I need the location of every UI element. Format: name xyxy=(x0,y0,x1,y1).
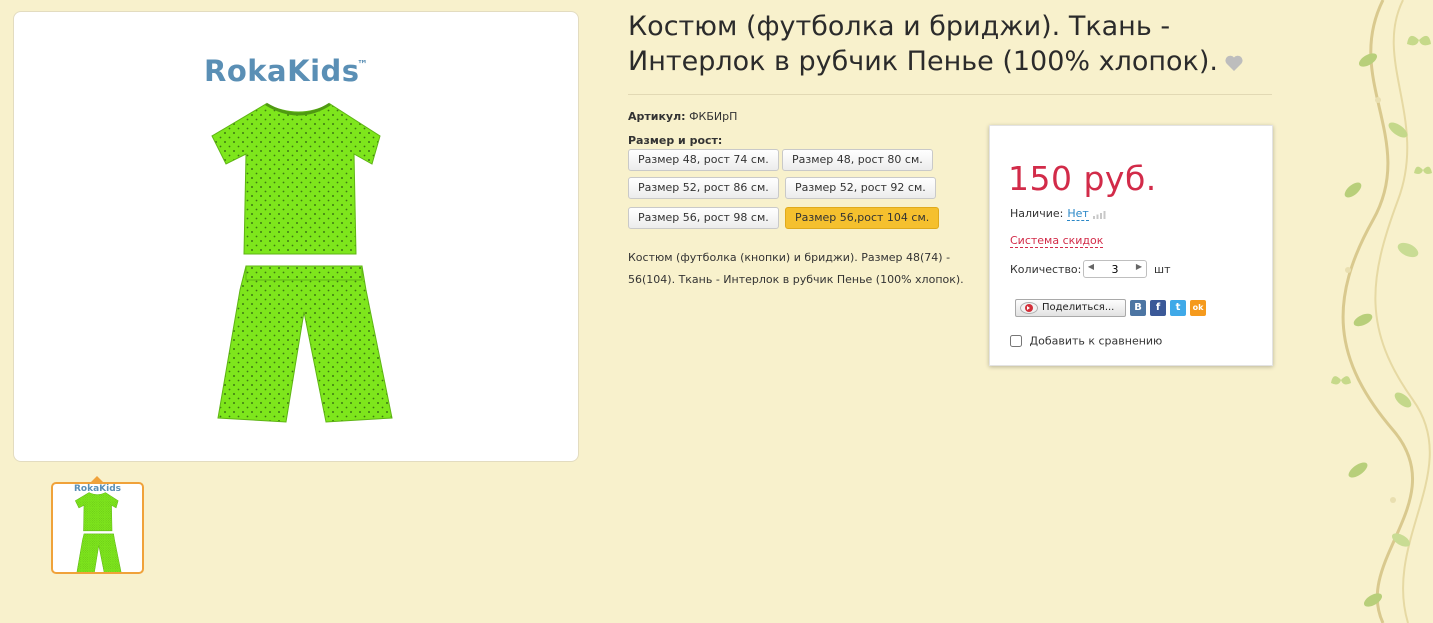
sku-label: Артикул: xyxy=(628,110,686,123)
quantity-label: Количество: xyxy=(1010,263,1082,276)
signal-icon xyxy=(1092,210,1106,219)
compare-option[interactable]: Добавить к сравнению xyxy=(1010,334,1162,348)
product-description: Костюм (футболка (кнопки) и бриджи). Раз… xyxy=(628,251,964,286)
product-photo xyxy=(211,102,393,423)
size-option[interactable]: Размер 56, рост 98 см. xyxy=(628,207,779,229)
thumbnail-photo xyxy=(74,492,122,572)
odnoklassniki-icon[interactable]: ok xyxy=(1190,300,1206,316)
size-option[interactable]: Размер 52, рост 92 см. xyxy=(785,177,936,199)
share-button-label: Поделиться... xyxy=(1042,302,1115,313)
share-icon xyxy=(1020,302,1038,314)
facebook-icon[interactable]: f xyxy=(1150,300,1166,316)
compare-checkbox[interactable] xyxy=(1010,335,1022,347)
discount-system-link[interactable]: Система скидок xyxy=(1010,234,1104,248)
quantity-increase-icon[interactable]: ▶ xyxy=(1134,262,1144,271)
price: 150 руб. xyxy=(1008,159,1157,198)
main-product-image[interactable]: RokaKids ™ xyxy=(13,11,579,462)
title-divider xyxy=(628,94,1272,95)
availability-label: Наличие: xyxy=(1010,207,1064,220)
size-option-selected[interactable]: Размер 56,рост 104 см. xyxy=(785,207,940,229)
vk-icon[interactable]: В xyxy=(1130,300,1146,316)
quantity-input[interactable] xyxy=(1098,261,1132,277)
size-option[interactable]: Размер 48, рост 80 см. xyxy=(782,149,933,171)
twitter-icon[interactable]: t xyxy=(1170,300,1186,316)
buy-box: 150 руб. Наличие: Нет Система скидок Коли… xyxy=(989,125,1273,366)
product-title-text: Костюм (футболка и бриджи). Ткань - Инте… xyxy=(628,11,1218,77)
quantity-stepper: ◀ ▶ xyxy=(1083,260,1147,278)
quantity-decrease-icon[interactable]: ◀ xyxy=(1086,262,1096,271)
heart-icon[interactable] xyxy=(1224,54,1244,72)
size-label: Размер и рост: xyxy=(628,134,723,147)
availability-value[interactable]: Нет xyxy=(1067,207,1089,221)
brand-logo: RokaKids xyxy=(204,54,360,88)
sku-value: ФКБИрП xyxy=(689,110,738,123)
sku: Артикул: ФКБИрП xyxy=(628,110,737,123)
share-button[interactable]: Поделиться... xyxy=(1015,299,1126,317)
product-thumbnail[interactable]: RokaKids xyxy=(51,482,144,574)
decorative-vine-icon xyxy=(1331,0,1432,623)
availability: Наличие: Нет xyxy=(1010,207,1107,221)
size-option[interactable]: Размер 52, рост 86 см. xyxy=(628,177,779,199)
product-title: Костюм (футболка и бриджи). Ткань - Инте… xyxy=(628,9,1268,79)
brand-logo-tm: ™ xyxy=(357,58,368,71)
quantity-unit: шт xyxy=(1154,263,1171,276)
size-option[interactable]: Размер 48, рост 74 см. xyxy=(628,149,779,171)
compare-label: Добавить к сравнению xyxy=(1029,334,1163,348)
